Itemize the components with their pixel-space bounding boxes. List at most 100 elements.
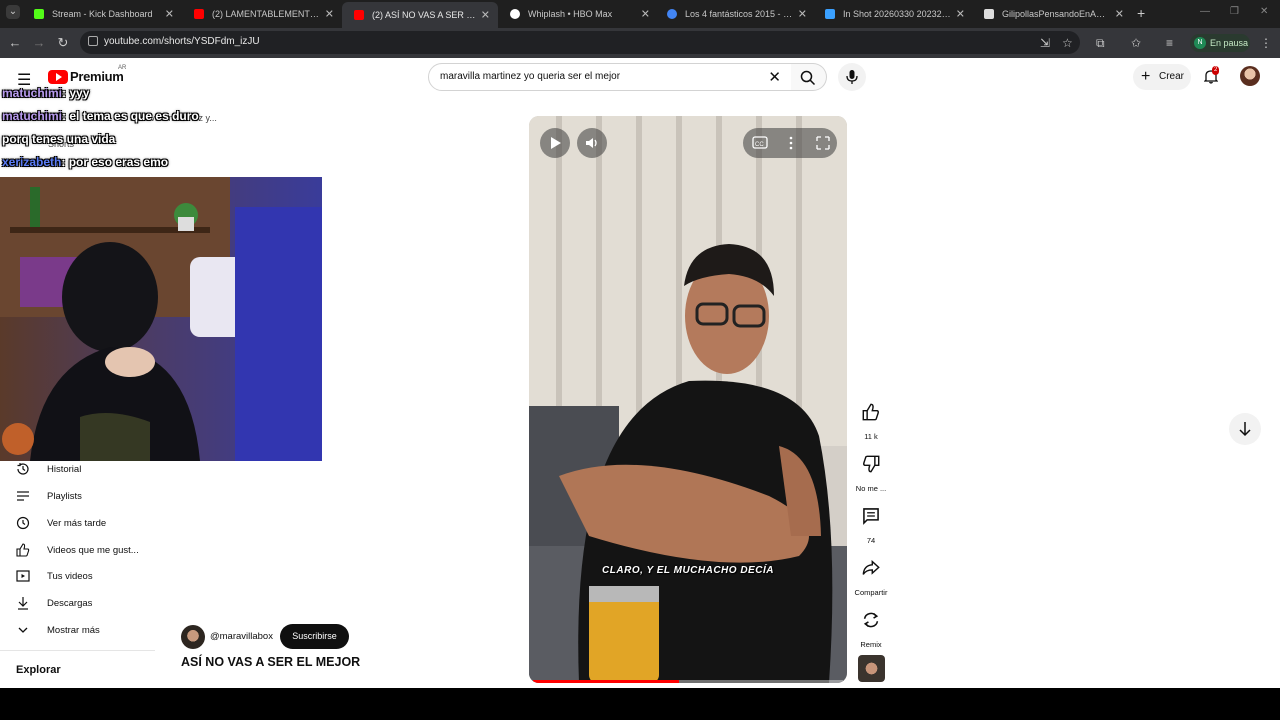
browser-tab[interactable]: In Shot 20260330 202326146 ho ✕ [813, 3, 973, 25]
sidebar-item-your-videos[interactable]: Tus videos [16, 569, 93, 583]
browser-tab[interactable]: Stream - Kick Dashboard ✕ [22, 3, 182, 25]
subscribe-button[interactable]: Suscribirse [280, 624, 349, 649]
browser-tab[interactable]: Los 4 fantásticos 2015 - Buscar ✕ [655, 3, 815, 25]
close-tab-icon[interactable]: ✕ [798, 8, 807, 21]
taskbar-strip [0, 688, 1280, 720]
dislike-button[interactable]: No me ... [852, 446, 890, 493]
sidebar-item-playlists[interactable]: Playlists [16, 489, 82, 503]
like-button[interactable]: 11 k [852, 394, 890, 441]
channel-avatar[interactable] [181, 625, 205, 649]
voice-search-button[interactable] [838, 63, 866, 91]
bookmark-star-icon[interactable]: ☆ [1062, 36, 1073, 50]
account-avatar[interactable] [1240, 66, 1260, 86]
install-app-icon[interactable]: ⇲ [1040, 36, 1050, 50]
sidebar-section-explore: Explorar [16, 664, 61, 676]
site-info-icon[interactable] [88, 36, 98, 46]
address-bar[interactable]: youtube.com/shorts/YSDFdm_izJU [80, 31, 1080, 54]
close-window-icon[interactable]: ✕ [1260, 6, 1268, 17]
volume-icon [586, 138, 597, 148]
profile-button[interactable]: N En pausa [1190, 34, 1250, 52]
sidebar-item-label: Historial [47, 463, 82, 475]
google-favicon-icon [667, 9, 677, 19]
media-controls-icon[interactable]: ≡ [1166, 36, 1173, 50]
remix-label: Remix [860, 640, 882, 649]
video-progress-bar[interactable] [533, 680, 843, 683]
channel-name[interactable]: @maravillabox [210, 631, 273, 642]
chat-text: el tema es que es duro [69, 109, 199, 123]
chat-text: yyy [69, 86, 90, 100]
youtube-logo[interactable]: Premium AR [48, 65, 126, 84]
youtube-favicon-icon [194, 9, 204, 19]
close-tab-icon[interactable]: ✕ [956, 8, 965, 21]
close-tab-icon[interactable]: ✕ [325, 8, 334, 21]
back-arrow-icon[interactable]: ← [7, 35, 23, 50]
bookmarks-icon[interactable]: ✩ [1131, 36, 1141, 50]
chat-message: porq tenes una vida [2, 132, 115, 146]
search-icon [800, 70, 816, 86]
arrow-down-icon [1239, 422, 1251, 437]
minimize-icon[interactable]: — [1200, 6, 1210, 17]
close-tab-icon[interactable]: ✕ [481, 9, 490, 22]
youtube-page: ☰ Premium AR maravilla martinez yo queri… [0, 58, 1280, 688]
sidebar-item-label: Videos que me gust... [47, 544, 139, 556]
audio-source-thumbnail[interactable] [858, 655, 885, 682]
notifications-button[interactable]: 2 [1203, 66, 1220, 89]
site-favicon-icon [984, 9, 994, 19]
plus-icon: + [1141, 68, 1151, 85]
browser-tab[interactable]: Whiplash • HBO Max ✕ [498, 3, 658, 25]
hbo-favicon-icon [510, 9, 520, 19]
close-tab-icon[interactable]: ✕ [641, 8, 650, 21]
play-icon [551, 137, 561, 149]
tab-search-button[interactable]: ⌄ [6, 5, 20, 19]
comments-button[interactable]: 74 [852, 498, 890, 545]
close-tab-icon[interactable]: ✕ [1115, 8, 1124, 21]
play-button[interactable] [540, 128, 570, 158]
video-subtitle: CLARO, Y EL MUCHACHO DECÍA [602, 565, 774, 576]
like-count: 11 k [864, 432, 878, 441]
browser-tab-active[interactable]: (2) ASÍ NO VAS A SER EL MEJOR ✕ [342, 2, 498, 28]
chat-text: por eso eras emo [68, 155, 169, 169]
close-tab-icon[interactable]: ✕ [165, 8, 174, 21]
share-icon [862, 559, 880, 575]
region-code: AR [118, 65, 127, 71]
volume-button[interactable] [577, 128, 607, 158]
clear-search-icon[interactable]: ✕ [768, 68, 781, 86]
history-icon [17, 463, 29, 475]
maximize-icon[interactable]: ❐ [1230, 6, 1239, 17]
next-video-button[interactable] [1229, 413, 1261, 445]
remix-button[interactable]: Remix [852, 602, 890, 649]
forward-arrow-icon[interactable]: → [31, 35, 47, 50]
url-text: youtube.com/shorts/YSDFdm_izJU [104, 36, 260, 47]
sidebar-item-liked-videos[interactable]: Videos que me gust... [16, 543, 139, 557]
notification-badge: 2 [1212, 66, 1220, 75]
chat-text: porq tenes una vida [2, 132, 116, 146]
create-button[interactable]: + Crear [1133, 64, 1191, 90]
sidebar-item-downloads[interactable]: Descargas [16, 596, 92, 610]
sidebar-item-watch-later[interactable]: Ver más tarde [16, 516, 106, 530]
browser-tab[interactable]: (2) LAMENTABLEMENTE VIRADO ✕ [182, 3, 342, 25]
remix-icon [863, 612, 879, 628]
reload-icon[interactable]: ↻ [55, 35, 71, 51]
browser-menu-icon[interactable]: ⋮ [1260, 36, 1272, 50]
webcam-overlay [0, 177, 322, 461]
extensions-icon[interactable]: ⧉ [1096, 36, 1105, 51]
shorts-video-player[interactable]: CC CLARO, Y EL MUCHACHO DECÍA [529, 116, 847, 683]
svg-text:CC: CC [755, 142, 764, 148]
sidebar-item-show-more[interactable]: Mostrar más [16, 623, 100, 637]
sidebar-item-history[interactable]: Historial [16, 462, 81, 476]
player-controls-icons: CC [752, 136, 830, 150]
logo-text: Premium [70, 69, 124, 84]
new-tab-button[interactable]: + [1137, 5, 1145, 21]
share-label: Compartir [854, 588, 888, 597]
sidebar-item-label: Playlists [47, 490, 82, 502]
sidebar-divider [0, 650, 155, 651]
share-button[interactable]: Compartir [852, 550, 890, 597]
browser-tab[interactable]: GilipollasPensandoEnASaberQue ✕ [972, 3, 1132, 25]
video-progress-fill [533, 680, 679, 683]
create-label: Crear [1159, 71, 1185, 82]
image-favicon-icon [825, 9, 835, 19]
download-icon [18, 597, 28, 610]
search-input[interactable]: maravilla martinez yo queria ser el mejo… [428, 63, 792, 91]
thumbs-down-icon [863, 455, 880, 473]
search-button[interactable] [791, 63, 827, 91]
